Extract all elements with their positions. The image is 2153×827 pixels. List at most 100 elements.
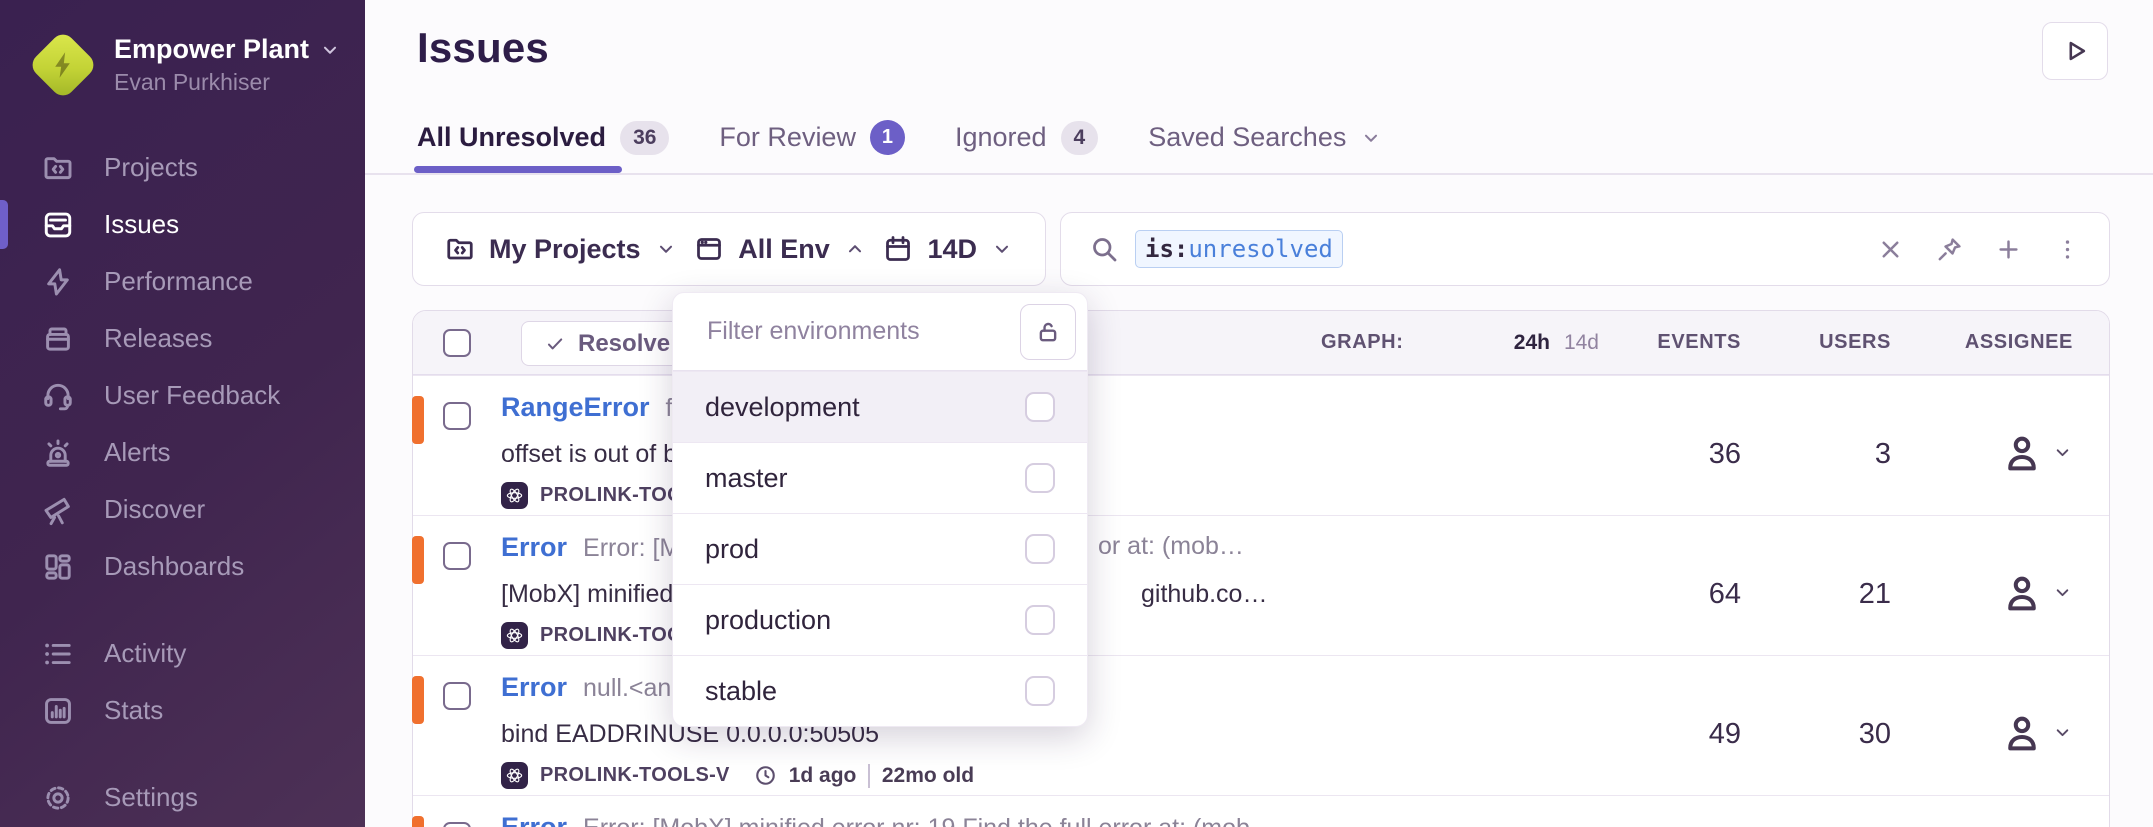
releases-icon [42,323,74,355]
chevron-down-icon [2052,582,2073,603]
date-range-filter-button[interactable]: 14D [883,234,1013,265]
tab-all-unresolved[interactable]: All Unresolved 36 [417,121,669,155]
row-checkbox[interactable] [443,822,471,827]
env-checkbox[interactable] [1025,534,1055,564]
lightning-icon [42,266,74,298]
tab-count-badge: 36 [620,121,669,155]
issue-row[interactable]: ErrorError: [Mob or at: (mob… [MobX] min… [413,515,2109,655]
last-seen: 1d ago [789,764,857,788]
env-option-label: prod [705,534,759,565]
env-option-label: development [705,392,860,423]
project-filter-button[interactable]: My Projects [445,234,677,265]
env-option-master[interactable]: master [673,442,1087,513]
search-options-icon[interactable] [2054,236,2081,263]
issue-title-link[interactable]: Error [501,812,567,827]
graph-24h-toggle[interactable]: 24h [1514,331,1550,355]
issue-title-link[interactable]: Error [501,672,567,702]
env-option-prod[interactable]: prod [673,513,1087,584]
row-checkbox[interactable] [443,682,471,710]
env-option-production[interactable]: production [673,584,1087,655]
issue-title-link[interactable]: Error [501,532,567,562]
replay-play-button[interactable] [2042,22,2108,80]
resolve-button[interactable]: Resolve [522,322,692,365]
assignee-dropdown[interactable] [2000,697,2073,755]
lock-open-icon [1035,319,1061,345]
environment-filter-input[interactable] [673,317,973,346]
graph-14d-toggle[interactable]: 14d [1564,331,1599,355]
tab-for-review[interactable]: For Review 1 [719,120,905,155]
atom-icon [505,626,524,645]
users-count: 3 [1875,420,1891,471]
org-switcher[interactable]: Empower Plant Evan Purkhiser [0,0,365,95]
sidebar-item-user-feedback[interactable]: User Feedback [0,367,365,424]
pin-search-icon[interactable] [1936,236,1963,263]
issue-culprit-continued: github.co… [1141,580,1267,609]
environment-filter-button[interactable]: All Env [694,234,866,265]
project-avatar [501,622,528,649]
dashboards-icon [42,551,74,583]
row-checkbox[interactable] [443,402,471,430]
siren-icon [42,437,74,469]
sidebar-item-dashboards[interactable]: Dashboards [0,538,365,595]
column-graph: GRAPH: [1321,331,1404,354]
sidebar: Empower Plant Evan Purkhiser Projects Is… [0,0,365,827]
assignee-dropdown[interactable] [2000,557,2073,615]
issues-icon [42,209,74,241]
chevron-down-icon [655,238,677,260]
environment-filter-label: All Env [738,234,830,265]
tab-label: Ignored [955,122,1047,153]
org-logo [28,29,99,100]
row-checkbox[interactable] [443,542,471,570]
events-count: 49 [1709,700,1741,751]
env-option-development[interactable]: development [673,371,1087,442]
column-users: USERS [1819,331,1891,354]
sidebar-item-settings[interactable]: Settings [0,769,365,826]
issue-row[interactable]: Errornull.<anony bind EADDRINUSE 0.0.0.0… [413,655,2109,795]
issue-subtitle-continued: or at: (mob… [1098,532,1244,561]
issue-row[interactable]: ErrorError: [MobX] minified error nr: 19… [413,795,2109,827]
sidebar-item-issues[interactable]: Issues [0,196,365,253]
env-option-label: master [705,463,788,494]
sidebar-item-discover[interactable]: Discover [0,481,365,538]
sidebar-item-label: User Feedback [104,380,280,411]
issues-table: Resolve GRAPH: 24h 14d EVENTS USERS ASSI… [412,310,2110,827]
unlock-filter-button[interactable] [1020,304,1076,360]
chevron-down-icon [1360,127,1382,149]
select-all-checkbox[interactable] [443,329,471,357]
sidebar-item-activity[interactable]: Activity [0,625,365,682]
telescope-icon [42,494,74,526]
tab-label: All Unresolved [417,122,606,153]
error-level-indicator [412,676,424,724]
env-option-stable[interactable]: stable [673,655,1087,726]
issue-search-bar[interactable]: is:unresolved [1060,212,2110,286]
org-name: Empower Plant [114,34,309,65]
search-token[interactable]: is:unresolved [1135,230,1343,268]
person-icon [2000,431,2044,475]
atom-icon [505,486,524,505]
create-saved-search-icon[interactable] [1995,236,2022,263]
sidebar-item-alerts[interactable]: Alerts [0,424,365,481]
sidebar-item-releases[interactable]: Releases [0,310,365,367]
env-checkbox[interactable] [1025,605,1055,635]
assignee-dropdown[interactable] [2000,417,2073,475]
clear-search-icon[interactable] [1877,236,1904,263]
issue-row[interactable]: RangeErrorfile offset is out of bo PROLI… [413,375,2109,515]
env-checkbox[interactable] [1025,676,1055,706]
error-level-indicator [412,536,424,584]
env-checkbox[interactable] [1025,463,1055,493]
events-count: 64 [1709,560,1741,611]
sidebar-item-performance[interactable]: Performance [0,253,365,310]
sidebar-item-stats[interactable]: Stats [0,682,365,739]
users-count: 30 [1859,700,1891,751]
tab-ignored[interactable]: Ignored 4 [955,121,1098,155]
tab-count-badge: 4 [1061,121,1099,155]
issue-title-link[interactable]: RangeError [501,392,650,422]
sidebar-item-label: Projects [104,152,198,183]
date-range-label: 14D [927,234,977,265]
env-checkbox[interactable] [1025,392,1055,422]
issues-table-header: Resolve GRAPH: 24h 14d EVENTS USERS ASSI… [413,311,2109,375]
activity-list-icon [42,638,74,670]
sidebar-item-projects[interactable]: Projects [0,139,365,196]
project-name[interactable]: PROLINK-TOOLS-V [540,764,730,787]
tab-saved-searches[interactable]: Saved Searches [1148,122,1382,153]
